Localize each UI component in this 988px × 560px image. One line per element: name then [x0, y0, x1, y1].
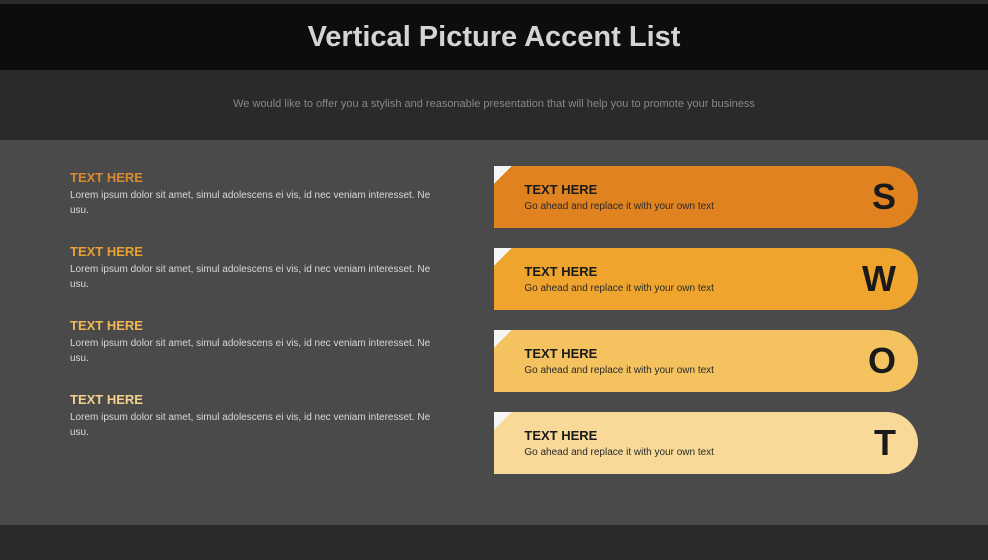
bar-sub: Go ahead and replace it with your own te…: [524, 447, 714, 458]
right-column: TEXT HERE Go ahead and replace it with y…: [494, 166, 918, 505]
list-item: TEXT HERE Lorem ipsum dolor sit amet, si…: [70, 244, 444, 292]
item-body: Lorem ipsum dolor sit amet, simul adoles…: [70, 189, 444, 218]
bar-letter: O: [868, 340, 896, 382]
item-heading: TEXT HERE: [70, 392, 444, 407]
swot-bar-t: TEXT HERE Go ahead and replace it with y…: [494, 412, 918, 474]
item-heading: TEXT HERE: [70, 318, 444, 333]
bar-sub: Go ahead and replace it with your own te…: [524, 365, 714, 376]
fold-icon: [494, 248, 512, 266]
fold-icon: [494, 166, 512, 184]
content-area: TEXT HERE Lorem ipsum dolor sit amet, si…: [0, 140, 988, 525]
title-bar: Vertical Picture Accent List: [0, 4, 988, 70]
left-column: TEXT HERE Lorem ipsum dolor sit amet, si…: [70, 166, 444, 505]
subtitle-area: We would like to offer you a stylish and…: [0, 70, 988, 140]
bar-letter: S: [872, 176, 896, 218]
slide-title: Vertical Picture Accent List: [308, 21, 681, 54]
item-heading: TEXT HERE: [70, 244, 444, 259]
bar-letter: W: [862, 258, 896, 300]
item-heading: TEXT HERE: [70, 170, 444, 185]
bar-text: TEXT HERE Go ahead and replace it with y…: [494, 428, 714, 458]
bar-letter: T: [874, 422, 896, 464]
list-item: TEXT HERE Lorem ipsum dolor sit amet, si…: [70, 318, 444, 366]
fold-icon: [494, 412, 512, 430]
list-item: TEXT HERE Lorem ipsum dolor sit amet, si…: [70, 170, 444, 218]
bar-heading: TEXT HERE: [524, 428, 714, 443]
bar-text: TEXT HERE Go ahead and replace it with y…: [494, 346, 714, 376]
bar-sub: Go ahead and replace it with your own te…: [524, 283, 714, 294]
bar-sub: Go ahead and replace it with your own te…: [524, 201, 714, 212]
swot-bar-w: TEXT HERE Go ahead and replace it with y…: [494, 248, 918, 310]
bar-text: TEXT HERE Go ahead and replace it with y…: [494, 182, 714, 212]
bar-heading: TEXT HERE: [524, 182, 714, 197]
slide-subtitle: We would like to offer you a stylish and…: [0, 98, 988, 110]
item-body: Lorem ipsum dolor sit amet, simul adoles…: [70, 337, 444, 366]
bar-text: TEXT HERE Go ahead and replace it with y…: [494, 264, 714, 294]
fold-icon: [494, 330, 512, 348]
bar-heading: TEXT HERE: [524, 346, 714, 361]
list-item: TEXT HERE Lorem ipsum dolor sit amet, si…: [70, 392, 444, 440]
bar-heading: TEXT HERE: [524, 264, 714, 279]
item-body: Lorem ipsum dolor sit amet, simul adoles…: [70, 263, 444, 292]
swot-bar-s: TEXT HERE Go ahead and replace it with y…: [494, 166, 918, 228]
swot-bar-o: TEXT HERE Go ahead and replace it with y…: [494, 330, 918, 392]
item-body: Lorem ipsum dolor sit amet, simul adoles…: [70, 411, 444, 440]
